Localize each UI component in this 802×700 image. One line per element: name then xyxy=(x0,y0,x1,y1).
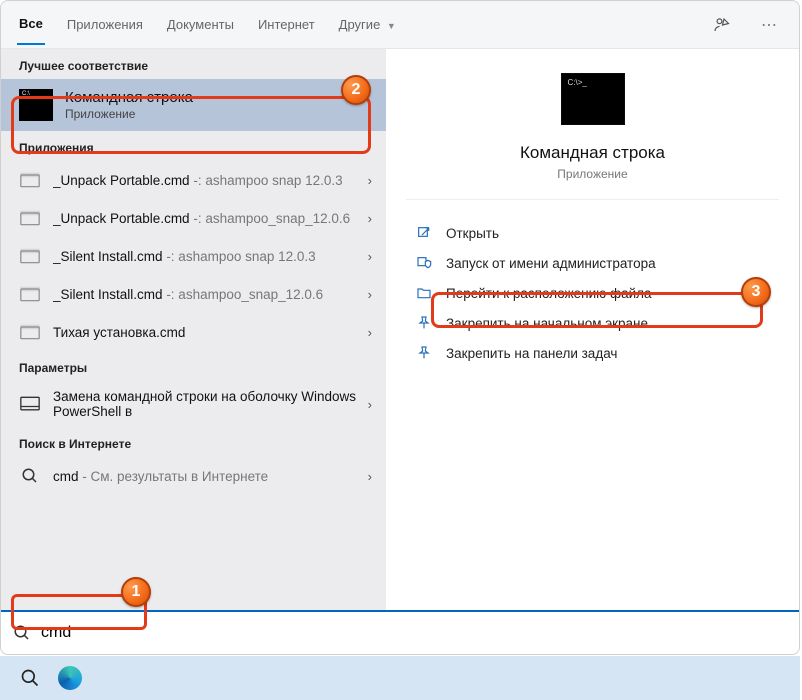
actions-list: Открыть Запуск от имени администратора П… xyxy=(406,218,779,368)
app-result[interactable]: Тихая установка.cmd › xyxy=(1,313,386,351)
batch-file-icon xyxy=(19,321,41,343)
search-icon xyxy=(13,624,31,642)
batch-file-icon xyxy=(19,283,41,305)
results-list: Лучшее соответствие C:\_ Командная строк… xyxy=(1,49,386,610)
preview-title: Командная строка xyxy=(406,143,779,163)
section-web: Поиск в Интернете xyxy=(1,427,386,457)
taskbar-edge-button[interactable] xyxy=(50,658,90,698)
annotation-badge-1: 1 xyxy=(121,577,151,607)
tab-documents[interactable]: Документы xyxy=(165,5,236,44)
chevron-right-icon: › xyxy=(368,249,372,264)
admin-shield-icon xyxy=(412,255,436,271)
preview-pane: C:\>_ Командная строка Приложение Открыт… xyxy=(386,49,799,610)
app-result[interactable]: _Unpack Portable.cmd -: ashampoo snap 12… xyxy=(1,161,386,199)
batch-file-icon xyxy=(19,207,41,229)
open-icon xyxy=(412,225,436,241)
action-pin-taskbar-label: Закрепить на панели задач xyxy=(446,346,617,361)
action-pin-start-label: Закрепить на начальном экране xyxy=(446,316,648,331)
tab-internet[interactable]: Интернет xyxy=(256,5,317,44)
best-match-sub: Приложение xyxy=(65,107,372,121)
search-flyout: Все Приложения Документы Интернет Другие… xyxy=(0,0,800,655)
chevron-right-icon: › xyxy=(368,211,372,226)
more-icon[interactable]: ⋯ xyxy=(755,11,783,39)
app-result[interactable]: _Silent Install.cmd -: ashampoo_snap_12.… xyxy=(1,275,386,313)
section-apps: Приложения xyxy=(1,131,386,161)
web-result-title: cmd - См. результаты в Интернете xyxy=(53,469,362,484)
settings-result[interactable]: Замена командной строки на оболочку Wind… xyxy=(1,381,386,427)
pin-taskbar-icon xyxy=(412,345,436,361)
chevron-right-icon: › xyxy=(368,469,372,484)
chevron-down-icon: ▼ xyxy=(387,21,396,31)
web-result[interactable]: cmd - См. результаты в Интернете › xyxy=(1,457,386,495)
search-bar[interactable] xyxy=(1,610,799,654)
cmd-icon: C:\_ xyxy=(19,89,53,121)
tab-other[interactable]: Другие ▼ xyxy=(337,5,398,44)
app-result-title: _Unpack Portable.cmd -: ashampoo snap 12… xyxy=(53,173,362,188)
action-pin-taskbar[interactable]: Закрепить на панели задач xyxy=(406,338,779,368)
app-result-title: _Silent Install.cmd -: ashampoo_snap_12.… xyxy=(53,287,362,302)
settings-result-title: Замена командной строки на оболочку Wind… xyxy=(53,389,362,419)
best-match-title: Командная строка xyxy=(65,89,372,106)
action-location-label: Перейти к расположению файла xyxy=(446,286,652,301)
app-result-title: _Silent Install.cmd -: ashampoo snap 12.… xyxy=(53,249,362,264)
filter-tabs: Все Приложения Документы Интернет Другие… xyxy=(1,1,799,49)
section-best-match: Лучшее соответствие xyxy=(1,49,386,79)
action-open-label: Открыть xyxy=(446,226,499,241)
feedback-icon[interactable] xyxy=(707,11,735,39)
app-result[interactable]: _Silent Install.cmd -: ashampoo snap 12.… xyxy=(1,237,386,275)
batch-file-icon xyxy=(19,169,41,191)
preview-sub: Приложение xyxy=(406,167,779,200)
pin-start-icon xyxy=(412,315,436,331)
taskbar-search-button[interactable] xyxy=(10,658,50,698)
search-icon xyxy=(19,465,41,487)
best-match-item[interactable]: C:\_ Командная строка Приложение xyxy=(1,79,386,131)
chevron-right-icon: › xyxy=(368,287,372,302)
edge-icon xyxy=(58,666,82,690)
action-run-as-admin[interactable]: Запуск от имени администратора xyxy=(406,248,779,278)
chevron-right-icon: › xyxy=(368,325,372,340)
annotation-badge-2: 2 xyxy=(341,75,371,105)
annotation-badge-3: 3 xyxy=(741,277,771,307)
chevron-right-icon: › xyxy=(368,397,372,412)
action-open-location[interactable]: Перейти к расположению файла xyxy=(406,278,779,308)
chevron-right-icon: › xyxy=(368,173,372,188)
app-result-title: Тихая установка.cmd xyxy=(53,325,362,340)
search-input[interactable] xyxy=(41,624,787,642)
taskbar-settings-icon xyxy=(19,393,41,415)
preview-cmd-icon: C:\>_ xyxy=(561,73,625,125)
section-settings: Параметры xyxy=(1,351,386,381)
tab-other-label: Другие xyxy=(339,17,381,32)
app-result[interactable]: _Unpack Portable.cmd -: ashampoo_snap_12… xyxy=(1,199,386,237)
taskbar xyxy=(0,656,800,700)
action-admin-label: Запуск от имени администратора xyxy=(446,256,656,271)
action-pin-start[interactable]: Закрепить на начальном экране xyxy=(406,308,779,338)
folder-location-icon xyxy=(412,285,436,301)
app-result-title: _Unpack Portable.cmd -: ashampoo_snap_12… xyxy=(53,211,362,226)
tab-apps[interactable]: Приложения xyxy=(65,5,145,44)
batch-file-icon xyxy=(19,245,41,267)
action-open[interactable]: Открыть xyxy=(406,218,779,248)
tab-all[interactable]: Все xyxy=(17,4,45,45)
